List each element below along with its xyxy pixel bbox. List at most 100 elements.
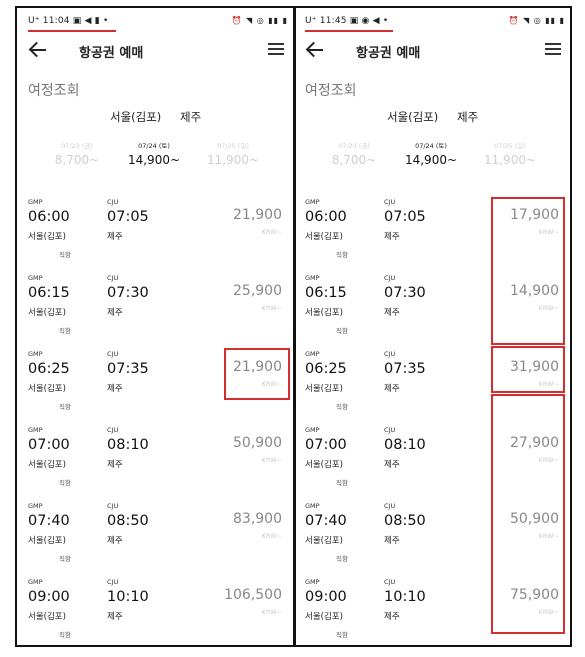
arrival-city: 제주: [384, 612, 400, 622]
departure-time: 06:25: [305, 361, 347, 377]
direct-flight-label: 직항: [336, 403, 348, 411]
departure-time: 07:00: [305, 437, 347, 453]
arrival-code: CJU: [107, 502, 119, 510]
fare-currency: KRW~: [261, 228, 282, 236]
arrival-city: 제주: [107, 232, 123, 242]
arrival-time: 08:50: [107, 513, 149, 529]
arrival-time: 08:10: [107, 437, 149, 453]
arrival-time: 10:10: [384, 589, 426, 605]
departure-city: 서울(김포): [305, 384, 343, 394]
date-option-prev[interactable]: 07/23 (금) 8,700~: [37, 140, 117, 167]
direct-flight-label: 직항: [336, 555, 348, 563]
fare-currency: KRW~: [261, 532, 282, 540]
date-option-next[interactable]: 07/25 (일) 11,900~: [193, 140, 273, 167]
departure-time: 06:25: [28, 361, 70, 377]
hamburger-menu-icon[interactable]: [268, 42, 284, 56]
frame-left-border: [15, 6, 17, 647]
direct-flight-label: 직항: [59, 631, 71, 639]
date-selector: 07/23 (금) 8,700~ 07/24 (토) 14,900~ 07/25…: [20, 140, 292, 180]
departure-city: 서울(김포): [28, 308, 66, 318]
frame-right-border: [570, 6, 572, 647]
arrival-city: 제주: [107, 536, 123, 546]
flight-row[interactable]: GMP CJU 06:00 07:05 서울(김포) 제주 직항 21,900 …: [20, 198, 292, 274]
date-option-next[interactable]: 07/25 (일) 11,900~: [470, 140, 550, 167]
arrival-code: CJU: [107, 198, 119, 206]
route-destination: 제주: [180, 110, 202, 124]
arrival-time: 08:10: [384, 437, 426, 453]
route-destination: 제주: [457, 110, 479, 124]
route: 서울(김포) 제주: [297, 109, 569, 127]
arrival-city: 제주: [107, 460, 123, 470]
arrival-city: 제주: [384, 384, 400, 394]
date-label: 07/25 (일): [217, 142, 249, 150]
direct-flight-label: 직항: [59, 479, 71, 487]
date-selector: 07/23 (금) 8,700~ 07/24 (토) 14,900~ 07/25…: [297, 140, 569, 180]
direct-flight-label: 직항: [59, 327, 71, 335]
app-bar-title: 항공권 예매: [356, 46, 421, 61]
flight-row[interactable]: GMP CJU 07:00 08:10 서울(김포) 제주 직항 50,900 …: [20, 426, 292, 502]
arrival-code: CJU: [384, 502, 396, 510]
flight-row[interactable]: GMP CJU 07:40 08:50 서울(김포) 제주 직항 83,900 …: [20, 502, 292, 578]
highlight-box: [491, 346, 565, 393]
date-option-selected[interactable]: 07/24 (토) 14,900~: [114, 140, 194, 167]
status-time: U⁺ 11:04 ▣ ◀ ▮ •: [28, 16, 109, 26]
departure-time: 09:00: [305, 589, 347, 605]
flight-row[interactable]: GMP CJU 09:00 10:10 서울(김포) 제주 직항 106,500…: [20, 578, 292, 645]
arrival-city: 제주: [384, 460, 400, 470]
date-label: 07/24 (토): [415, 142, 447, 150]
hamburger-menu-icon[interactable]: [545, 42, 561, 56]
flight-row[interactable]: GMP CJU 06:15 07:30 서울(김포) 제주 직항 25,900 …: [20, 274, 292, 350]
date-lowest-price: 8,700~: [54, 153, 100, 167]
arrival-code: CJU: [107, 350, 119, 358]
date-lowest-price: 14,900~: [404, 153, 458, 167]
back-arrow-icon[interactable]: [28, 40, 50, 60]
departure-city: 서울(김포): [305, 232, 343, 242]
status-highlight-underline: [305, 30, 393, 32]
fare-currency: KRW~: [261, 456, 282, 464]
route: 서울(김포) 제주: [20, 109, 292, 127]
section-title: 여정조회: [28, 83, 80, 99]
arrival-code: CJU: [384, 274, 396, 282]
date-lowest-price: 14,900~: [127, 153, 181, 167]
fare-price: 21,900: [233, 207, 282, 223]
date-label: 07/23 (금): [61, 142, 93, 150]
arrival-time: 10:10: [107, 589, 149, 605]
direct-flight-label: 직항: [336, 327, 348, 335]
departure-time: 07:00: [28, 437, 70, 453]
back-arrow-icon[interactable]: [305, 40, 327, 60]
date-lowest-price: 11,900~: [206, 153, 260, 167]
direct-flight-label: 직항: [336, 479, 348, 487]
direct-flight-label: 직항: [59, 403, 71, 411]
date-lowest-price: 8,700~: [331, 153, 377, 167]
departure-city: 서울(김포): [305, 612, 343, 622]
date-label: 07/24 (토): [138, 142, 170, 150]
app-bar: 항공권 예매: [297, 34, 569, 66]
arrival-city: 제주: [384, 308, 400, 318]
arrival-code: CJU: [384, 426, 396, 434]
arrival-code: CJU: [384, 578, 396, 586]
phone-screen-left: U⁺ 11:04 ▣ ◀ ▮ • ⏰ ◥ ◎ ▮▮ ▮ 항공권 예매 여정조회 …: [20, 10, 292, 645]
departure-code: GMP: [28, 426, 43, 434]
arrival-city: 제주: [107, 384, 123, 394]
departure-code: GMP: [28, 274, 43, 282]
departure-city: 서울(김포): [28, 536, 66, 546]
departure-city: 서울(김포): [305, 536, 343, 546]
departure-time: 09:00: [28, 589, 70, 605]
date-option-selected[interactable]: 07/24 (토) 14,900~: [391, 140, 471, 167]
departure-time: 06:00: [305, 209, 347, 225]
status-time: U⁺ 11:45 ▣ ◉ ◀ •: [305, 16, 389, 26]
date-option-prev[interactable]: 07/23 (금) 8,700~: [314, 140, 394, 167]
arrival-time: 07:30: [384, 285, 426, 301]
departure-time: 07:40: [305, 513, 347, 529]
departure-code: GMP: [28, 198, 43, 206]
departure-time: 07:40: [28, 513, 70, 529]
date-label: 07/25 (일): [494, 142, 526, 150]
status-highlight-underline: [28, 30, 116, 32]
departure-code: GMP: [305, 198, 320, 206]
departure-time: 06:00: [28, 209, 70, 225]
date-label: 07/23 (금): [338, 142, 370, 150]
departure-city: 서울(김포): [305, 308, 343, 318]
fare-price: 106,500: [224, 587, 282, 603]
fare-currency: KRW~: [261, 608, 282, 616]
phone-screen-right: U⁺ 11:45 ▣ ◉ ◀ • ⏰ ◥ ◎ ▮▮ ▮ 항공권 예매 여정조회 …: [297, 10, 569, 645]
